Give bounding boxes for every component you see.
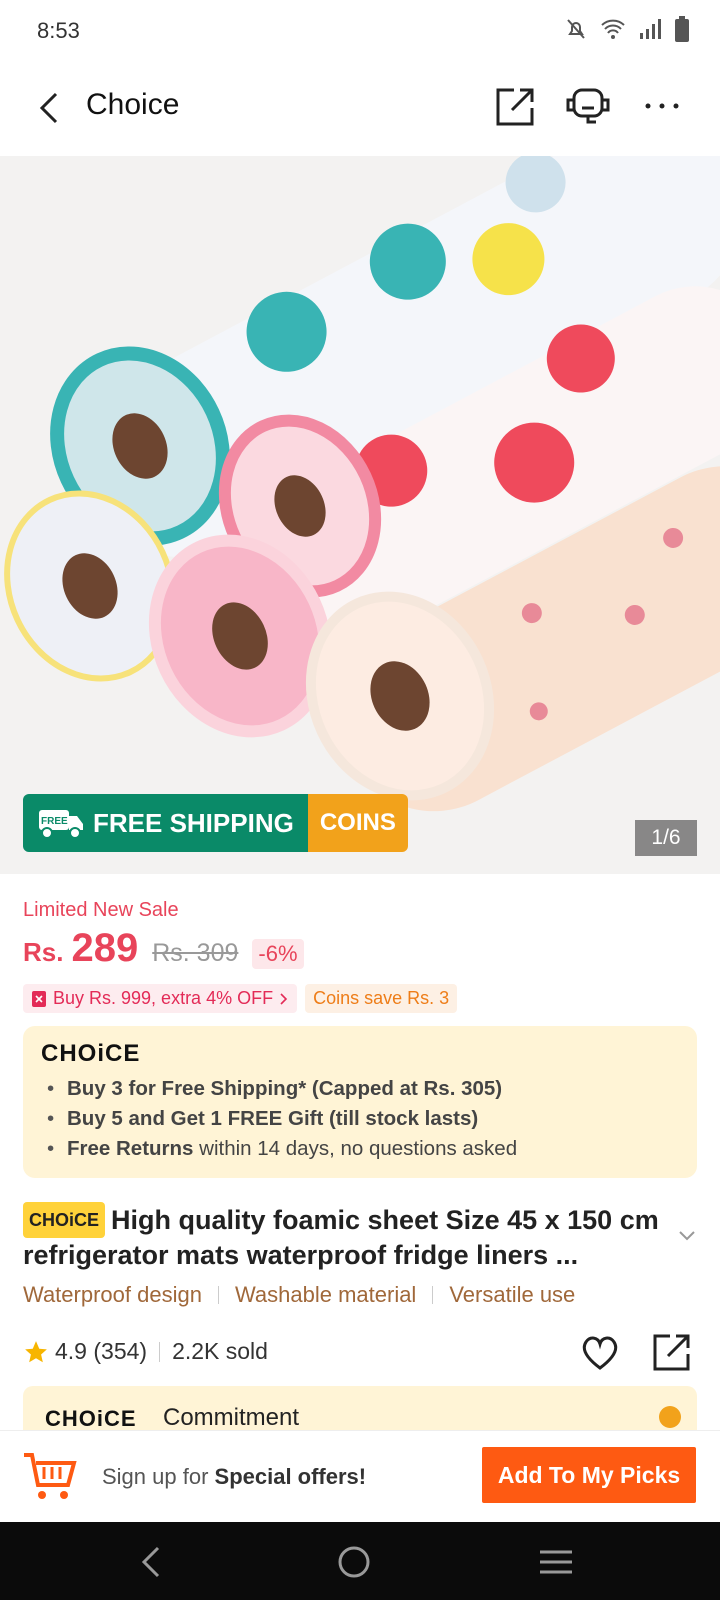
feature-tag: Waterproof design (23, 1282, 202, 1307)
chevron-down-icon[interactable] (678, 1230, 696, 1242)
product-photo-illustration (4, 156, 720, 812)
coupon-icon (32, 990, 46, 1007)
page-title: Choice (86, 88, 180, 121)
share-icon[interactable] (494, 84, 538, 128)
benefit-item: Free Returns within 14 days, no question… (41, 1134, 679, 1164)
coins-save-promo[interactable]: Coins save Rs. 3 (305, 984, 458, 1013)
product-title[interactable]: CHOiCE High quality foamic sheet Size 45 … (23, 1202, 673, 1272)
system-recents-icon[interactable] (536, 1544, 576, 1580)
signal-icon (640, 19, 661, 39)
feature-tag: Washable material (234, 1282, 417, 1307)
back-arrow-icon[interactable] (30, 88, 70, 128)
feature-tag: Versatile use (449, 1282, 576, 1307)
system-nav-bar (0, 1522, 720, 1600)
price-currency: Rs. (23, 937, 64, 967)
status-bar: 8:53 (0, 0, 720, 60)
mute-icon (567, 19, 585, 39)
original-price: Rs. 309 (152, 939, 239, 967)
divider (432, 1286, 434, 1304)
system-back-icon[interactable] (134, 1544, 174, 1580)
free-shipping-badge: FREE FREE SHIPPING COINS (23, 794, 408, 852)
battery-icon (675, 16, 689, 42)
wishlist-heart-icon[interactable] (580, 1334, 620, 1372)
share-icon[interactable] (652, 1332, 692, 1372)
choice-logo: CHOiCE (41, 1040, 141, 1067)
add-to-my-picks-button[interactable]: Add To My Picks (482, 1447, 696, 1503)
free-shipping-label: FREE FREE SHIPPING (23, 794, 308, 852)
rating-value: 4.9 (354) (55, 1338, 148, 1364)
more-options-icon[interactable] (640, 84, 684, 128)
free-shipping-text: FREE SHIPPING (93, 807, 294, 838)
benefit-item: Buy 5 and Get 1 FREE Gift (till stock la… (41, 1104, 679, 1134)
divider (217, 1286, 219, 1304)
wifi-icon (601, 19, 625, 39)
feature-tags: Waterproof design Washable material Vers… (23, 1282, 575, 1308)
coins-label: COINS (307, 794, 408, 852)
commitment-label: Commitment (163, 1404, 300, 1430)
image-pager: 1/6 (635, 820, 697, 856)
system-home-icon[interactable] (334, 1544, 374, 1580)
product-title-text: High quality foamic sheet Size 45 x 150 … (23, 1205, 659, 1270)
chevron-right-icon (280, 992, 288, 1005)
status-icons (564, 16, 690, 42)
sold-count: 2.2K sold (172, 1338, 268, 1364)
divider (159, 1341, 161, 1362)
promo-row: Buy Rs. 999, extra 4% OFF Coins save Rs.… (23, 984, 458, 1013)
benefits-list: Buy 3 for Free Shipping* (Capped at Rs. … (41, 1074, 679, 1164)
customer-service-icon[interactable] (566, 84, 610, 128)
free-icon-text: FREE (41, 816, 68, 827)
choice-tag: CHOiCE (23, 1202, 106, 1238)
extra-discount-text: Buy Rs. 999, extra 4% OFF (53, 988, 274, 1008)
star-icon (25, 1340, 47, 1362)
bottom-action-bar: Sign up for Special offers! Add To My Pi… (0, 1430, 720, 1522)
top-nav: Choice (0, 60, 720, 156)
product-image[interactable] (0, 156, 720, 874)
choice-logo: CHOiCE (45, 1406, 137, 1430)
choice-benefits-box: CHOiCE Buy 3 for Free Shipping* (Capped … (23, 1026, 697, 1178)
extra-discount-promo[interactable]: Buy Rs. 999, extra 4% OFF (23, 984, 298, 1013)
benefit-item: Buy 3 for Free Shipping* (Capped at Rs. … (41, 1074, 679, 1104)
cart-icon[interactable] (22, 1449, 78, 1503)
delivery-truck-icon: FREE (39, 810, 83, 839)
chevron-right-icon (659, 1406, 681, 1428)
price-row: Rs. 289 Rs. 309 -6% (23, 926, 304, 971)
signup-prompt[interactable]: Sign up for Special offers! (102, 1464, 366, 1490)
rating-row[interactable]: 4.9 (354) 2.2K sold (23, 1338, 268, 1365)
discount-badge: -6% (252, 939, 304, 969)
sale-label: Limited New Sale (23, 899, 179, 921)
current-price: 289 (71, 926, 139, 970)
status-time: 8:53 (37, 18, 80, 43)
commitment-bar[interactable]: CHOiCE Commitment (23, 1386, 697, 1430)
